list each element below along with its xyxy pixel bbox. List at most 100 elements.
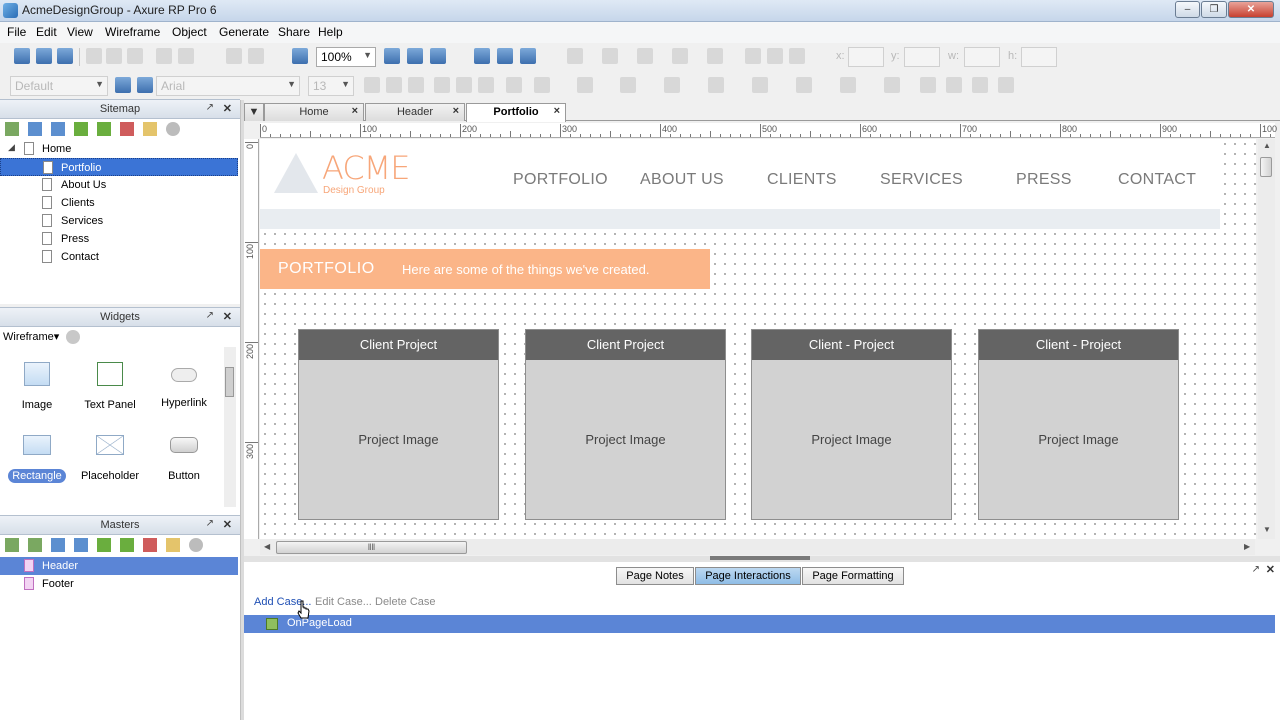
move-up-icon[interactable] xyxy=(28,122,42,136)
close-icon[interactable]: ✕ xyxy=(223,102,232,115)
distribute-7-icon[interactable] xyxy=(884,77,900,93)
lock-icon[interactable] xyxy=(920,77,936,93)
widget-text-panel[interactable]: Text Panel xyxy=(75,362,145,412)
tab-list-dropdown[interactable]: ▼ xyxy=(244,103,264,121)
delete-master-icon[interactable] xyxy=(143,538,157,552)
scroll-left-icon[interactable]: ◀ xyxy=(264,542,270,551)
project-card[interactable]: Client Project Project Image xyxy=(298,329,499,520)
redo-icon[interactable] xyxy=(178,48,194,64)
sitemap-item-contact[interactable]: Contact xyxy=(0,248,238,266)
pin-icon[interactable]: ↗ xyxy=(206,310,214,321)
menu-help[interactable]: Help xyxy=(318,25,343,39)
zoom-select[interactable]: 100% ▼ xyxy=(316,47,376,67)
style-select[interactable]: Default ▼ xyxy=(10,76,108,96)
distribute-icon[interactable] xyxy=(620,77,636,93)
h-field[interactable] xyxy=(1021,47,1057,67)
flow-mode-icon[interactable] xyxy=(430,48,446,64)
save-icon[interactable] xyxy=(57,48,73,64)
master-item-footer[interactable]: Footer xyxy=(0,575,238,593)
menu-generate[interactable]: Generate xyxy=(219,25,269,39)
search-icon[interactable] xyxy=(189,538,203,552)
widget-button[interactable]: Button xyxy=(149,435,219,483)
widgets-scrollbar[interactable] xyxy=(224,347,236,507)
new-icon[interactable] xyxy=(14,48,30,64)
widgets-scroll-thumb[interactable] xyxy=(225,367,234,397)
text-color-icon[interactable] xyxy=(534,77,550,93)
splitter-grip[interactable] xyxy=(710,556,810,560)
undo-icon[interactable] xyxy=(156,48,172,64)
bold-icon[interactable] xyxy=(364,77,380,93)
master-properties-icon[interactable] xyxy=(166,538,180,552)
widget-hyperlink[interactable]: Hyperlink xyxy=(149,362,219,410)
distribute-5-icon[interactable] xyxy=(796,77,812,93)
project-card[interactable]: Client Project Project Image xyxy=(525,329,726,520)
menu-wireframe[interactable]: Wireframe xyxy=(105,25,160,39)
hide-icon[interactable] xyxy=(972,77,988,93)
nav-about-us[interactable]: ABOUT US xyxy=(640,171,724,189)
show-icon[interactable] xyxy=(998,77,1014,93)
close-window-button[interactable]: ✕ xyxy=(1228,1,1274,18)
add-folder-icon[interactable] xyxy=(28,538,42,552)
indent-icon[interactable] xyxy=(74,122,88,136)
search-icon[interactable] xyxy=(166,122,180,136)
tab-header[interactable]: Header × xyxy=(365,103,465,121)
line-color-icon[interactable] xyxy=(602,48,618,64)
canvas-vertical-scrollbar[interactable]: ▲ ▼ xyxy=(1258,139,1275,539)
format-painter-2-icon[interactable] xyxy=(248,48,264,64)
sitemap-item-services[interactable]: Services xyxy=(0,212,238,230)
line-style-icon[interactable] xyxy=(672,48,688,64)
nav-press[interactable]: PRESS xyxy=(1016,171,1072,189)
add-page-icon[interactable] xyxy=(5,122,19,136)
copy-icon[interactable] xyxy=(106,48,122,64)
line-width-icon[interactable] xyxy=(637,48,653,64)
close-icon[interactable]: ✕ xyxy=(1266,563,1275,576)
design-canvas[interactable]: ACME Design Group PORTFOLIO ABOUT US CLI… xyxy=(260,139,1256,539)
outdent-icon[interactable] xyxy=(97,122,111,136)
vertical-scroll-thumb[interactable] xyxy=(1260,157,1272,177)
y-field[interactable] xyxy=(904,47,940,67)
nav-contact[interactable]: CONTACT xyxy=(1118,171,1196,189)
sitemap-item-portfolio[interactable]: Portfolio xyxy=(0,158,238,176)
menu-view[interactable]: View xyxy=(67,25,93,39)
menu-object[interactable]: Object xyxy=(172,25,207,39)
text-align-center-icon[interactable] xyxy=(456,77,472,93)
tab-home[interactable]: Home × xyxy=(264,103,364,121)
distribute-6-icon[interactable] xyxy=(840,77,856,93)
bullets-icon[interactable] xyxy=(506,77,522,93)
edit-case-link[interactable]: Edit Case... xyxy=(315,596,372,608)
close-tab-icon[interactable]: × xyxy=(453,105,459,117)
align-right-icon[interactable] xyxy=(789,48,805,64)
tab-page-interactions[interactable]: Page Interactions xyxy=(695,567,801,585)
widget-image[interactable]: Image xyxy=(2,362,72,412)
scroll-down-icon[interactable]: ▼ xyxy=(1263,525,1271,534)
underline-icon[interactable] xyxy=(408,77,424,93)
align-center-icon[interactable] xyxy=(767,48,783,64)
style-editor-icon[interactable] xyxy=(115,77,131,93)
menu-edit[interactable]: Edit xyxy=(36,25,57,39)
search-icon[interactable] xyxy=(66,330,80,344)
move-down-icon[interactable] xyxy=(51,122,65,136)
project-card[interactable]: Client - Project Project Image xyxy=(751,329,952,520)
tab-page-formatting[interactable]: Page Formatting xyxy=(802,567,904,585)
distribute-2-icon[interactable] xyxy=(664,77,680,93)
close-tab-icon[interactable]: × xyxy=(554,105,560,117)
scroll-right-icon[interactable]: ▶ xyxy=(1244,542,1250,551)
open-icon[interactable] xyxy=(36,48,52,64)
text-align-right-icon[interactable] xyxy=(478,77,494,93)
widget-library-select[interactable]: Wireframe▾ xyxy=(3,330,59,343)
scroll-up-icon[interactable]: ▲ xyxy=(1263,141,1271,150)
delete-page-icon[interactable] xyxy=(120,122,134,136)
close-tab-icon[interactable]: × xyxy=(352,105,358,117)
move-down-icon[interactable] xyxy=(74,538,88,552)
arrow-style-icon[interactable] xyxy=(707,48,723,64)
sitemap-item-home[interactable]: ◢ Home xyxy=(0,140,238,158)
distribute-4-icon[interactable] xyxy=(752,77,768,93)
widget-rectangle[interactable]: Rectangle xyxy=(2,435,72,483)
spellcheck-icon[interactable] xyxy=(292,48,308,64)
move-up-icon[interactable] xyxy=(51,538,65,552)
sitemap-item-clients[interactable]: Clients xyxy=(0,194,238,212)
horizontal-scroll-thumb[interactable]: ‖‖ xyxy=(276,541,467,554)
cut-icon[interactable] xyxy=(86,48,102,64)
project-card[interactable]: Client - Project Project Image xyxy=(978,329,1179,520)
portfolio-banner[interactable]: PORTFOLIO Here are some of the things we… xyxy=(260,249,710,289)
